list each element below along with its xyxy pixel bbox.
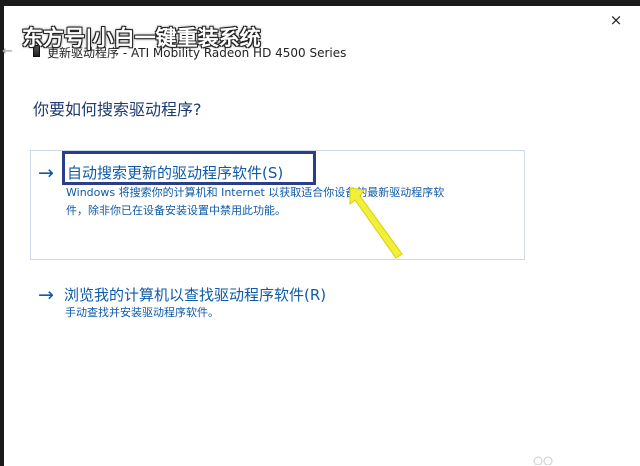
watermark-text: 东方号|小白一键重装系统 (22, 26, 261, 50)
window-top-edge (0, 0, 640, 6)
browse-computer-option-desc: 手动查找并安装驱动程序软件。 (65, 306, 219, 319)
page-heading: 你要如何搜索驱动程序? (33, 100, 202, 119)
corner-mark-icon (533, 456, 553, 465)
close-icon[interactable]: × (605, 10, 627, 30)
annotation-arrow-shape (349, 187, 403, 259)
highlight-outline (62, 151, 316, 185)
auto-search-option-desc-line2: 件，除非你已在设备安装设置中禁用此功能。 (66, 204, 286, 217)
browse-computer-option-title[interactable]: 浏览我的计算机以查找驱动程序软件(R) (64, 285, 326, 305)
window-left-edge (0, 0, 4, 466)
back-arrow-icon[interactable]: ← (2, 44, 18, 60)
annotation-arrow-icon (349, 187, 403, 259)
arrow-right-icon: → (38, 162, 54, 184)
arrow-right-icon: → (38, 284, 54, 306)
